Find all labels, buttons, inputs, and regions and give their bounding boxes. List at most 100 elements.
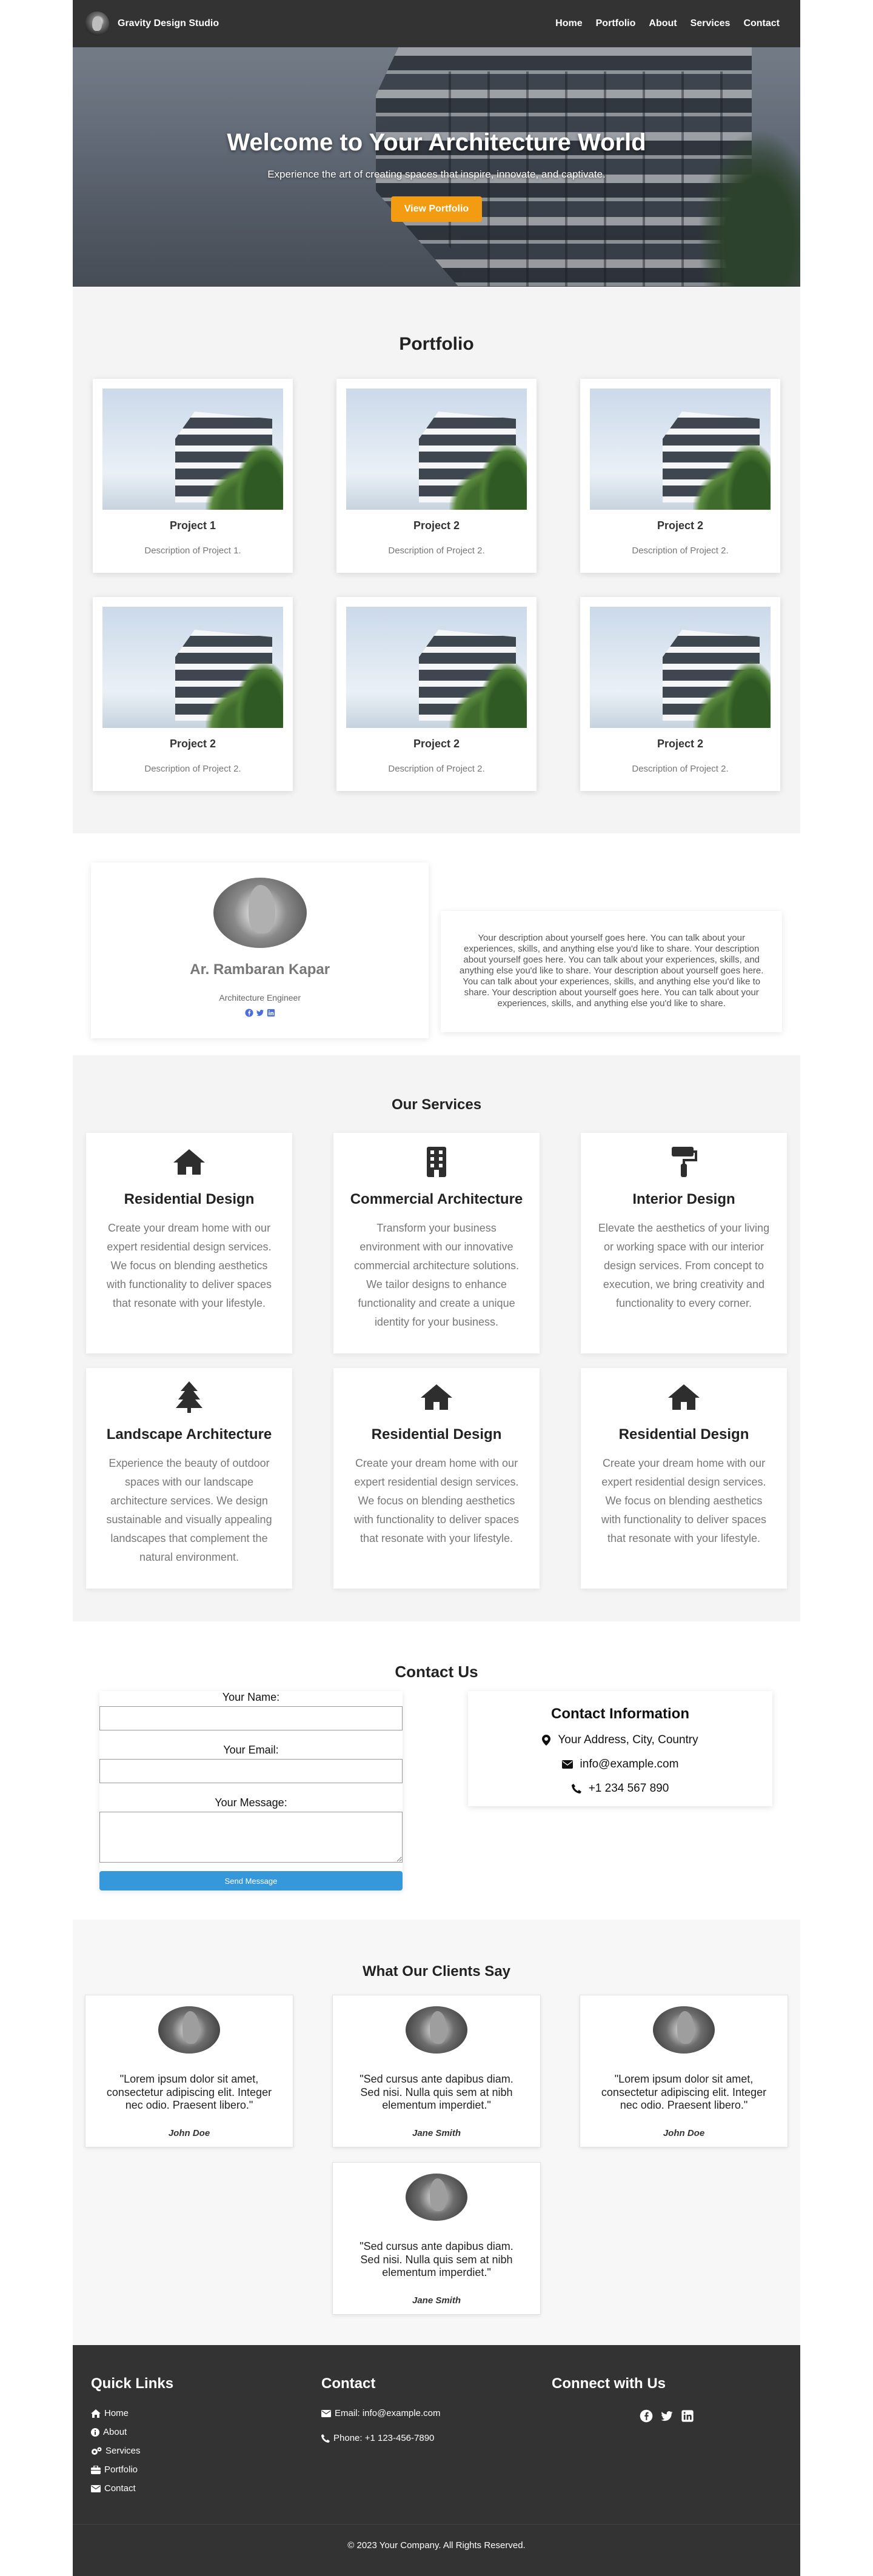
phone-line: +1 234 567 890 (468, 1782, 772, 1795)
footer-contact-title: Contact (321, 2375, 376, 2392)
service-description: Elevate the aesthetics of your living or… (598, 1222, 770, 1309)
service-title: Commercial Architecture (350, 1191, 523, 1207)
quick-links-column: Quick Links Home About Services Portfoli… (91, 2375, 321, 2502)
nav-link-home[interactable]: Home (555, 18, 582, 29)
footer: Quick Links Home About Services Portfoli… (73, 2345, 800, 2576)
portfolio-card[interactable]: Project 2 Description of Project 2. (580, 597, 780, 791)
home-icon (421, 1384, 452, 1410)
footer-bottom: © 2023 Your Company. All Rights Reserved… (73, 2524, 800, 2576)
nav-link-contact[interactable]: Contact (743, 18, 780, 29)
project-title: Project 2 (413, 738, 460, 750)
name-label: Your Name: (222, 1691, 280, 1703)
footer-link-about[interactable]: About (91, 2427, 321, 2437)
linkedin-icon[interactable] (267, 1009, 275, 1017)
service-description: Create your dream home with our expert r… (106, 1222, 272, 1309)
email-text: info@example.com (580, 1758, 679, 1770)
testimonials-title: What Our Clients Say (362, 1963, 511, 1980)
testimonial-card: "Lorem ipsum dolor sit amet, consectetur… (85, 1995, 293, 2147)
envelope-icon (91, 2484, 101, 2492)
footer-link-home[interactable]: Home (91, 2408, 321, 2418)
footer-link-contact[interactable]: Contact (91, 2483, 321, 2494)
project-description: Description of Project 2. (632, 764, 729, 774)
portfolio-grid: Project 1 Description of Project 1. Proj… (73, 379, 800, 791)
service-title: Landscape Architecture (106, 1426, 272, 1443)
info-icon (91, 2428, 99, 2437)
connect-column: Connect with Us (552, 2375, 782, 2502)
facebook-icon[interactable] (245, 1009, 253, 1017)
service-card: Residential Design Create your dream hom… (581, 1368, 787, 1589)
service-card: Commercial Architecture Transform your b… (333, 1133, 540, 1353)
portfolio-card[interactable]: Project 2 Description of Project 2. (336, 597, 537, 791)
portfolio-card[interactable]: Project 2 Description of Project 2. (580, 379, 780, 573)
footer-link-label: Portfolio (104, 2464, 138, 2475)
project-description: Description of Project 2. (144, 764, 241, 774)
map-marker-icon (542, 1735, 551, 1746)
testimonial-quote: "Lorem ipsum dolor sit amet, consectetur… (106, 2073, 272, 2112)
contact-info-title: Contact Information (551, 1706, 689, 1722)
phone-icon (321, 2434, 330, 2443)
name-input[interactable] (99, 1706, 403, 1730)
profile-name: Ar. Rambaran Kapar (190, 961, 330, 978)
email-input[interactable] (99, 1759, 403, 1783)
testimonial-card: "Lorem ipsum dolor sit amet, consectetur… (580, 1995, 788, 2147)
connect-title: Connect with Us (552, 2375, 666, 2392)
project-image (102, 607, 283, 728)
footer-link-portfolio[interactable]: Portfolio (91, 2464, 321, 2475)
hero-content: Welcome to Your Architecture World Exper… (73, 47, 800, 222)
testimonial-quote: "Lorem ipsum dolor sit amet, consectetur… (601, 2073, 767, 2112)
footer-link-services[interactable]: Services (91, 2446, 321, 2456)
project-description: Description of Project 2. (632, 546, 729, 556)
message-textarea[interactable] (99, 1812, 403, 1863)
service-card: Interior Design Elevate the aesthetics o… (581, 1133, 787, 1353)
nav-link-services[interactable]: Services (691, 18, 731, 29)
testimonial-author: Jane Smith (412, 2127, 461, 2138)
project-title: Project 2 (657, 519, 704, 532)
profile-description: Your description about yourself goes her… (441, 911, 782, 1032)
portfolio-card[interactable]: Project 2 Description of Project 2. (93, 597, 293, 791)
testimonial-author: John Doe (663, 2127, 705, 2138)
testimonial-author: Jane Smith (412, 2295, 461, 2306)
service-title: Residential Design (618, 1426, 749, 1443)
project-image (102, 389, 283, 510)
footer-link-label: Services (105, 2446, 141, 2456)
service-description: Create your dream home with our expert r… (601, 1457, 767, 1544)
project-description: Description of Project 1. (144, 546, 241, 556)
client-avatar (653, 2006, 715, 2054)
portfolio-card[interactable]: Project 1 Description of Project 1. (93, 379, 293, 573)
testimonial-author: John Doe (168, 2127, 210, 2138)
client-avatar (406, 2006, 467, 2054)
project-image (590, 389, 771, 510)
phone-text: +1 234 567 890 (588, 1782, 669, 1795)
hero: Welcome to Your Architecture World Exper… (73, 47, 800, 287)
send-message-button[interactable]: Send Message (99, 1871, 403, 1890)
brand[interactable]: Gravity Design Studio (85, 12, 219, 36)
nav-link-portfolio[interactable]: Portfolio (596, 18, 636, 29)
email-line: info@example.com (468, 1758, 772, 1771)
testimonial-quote: "Sed cursus ante dapibus diam. Sed nisi.… (360, 2240, 513, 2279)
facebook-icon[interactable] (640, 2409, 653, 2423)
service-title: Residential Design (371, 1426, 502, 1443)
home-icon (668, 1384, 700, 1410)
phone-icon (571, 1784, 581, 1794)
twitter-icon[interactable] (256, 1009, 264, 1017)
testimonial-card: "Sed cursus ante dapibus diam. Sed nisi.… (332, 1995, 541, 2147)
building-icon (427, 1147, 446, 1177)
service-description: Create your dream home with our expert r… (353, 1457, 520, 1544)
tree-icon (176, 1381, 202, 1413)
service-description: Transform your business environment with… (353, 1222, 520, 1328)
hero-title: Welcome to Your Architecture World (227, 129, 646, 156)
twitter-icon[interactable] (660, 2409, 674, 2423)
nav-link-about[interactable]: About (649, 18, 677, 29)
profile-avatar (213, 878, 307, 948)
profile-card: Ar. Rambaran Kapar Architecture Engineer (91, 863, 429, 1038)
home-icon (91, 2409, 101, 2418)
nav-links: Home Portfolio About Services Contact (555, 18, 780, 29)
linkedin-icon[interactable] (681, 2409, 694, 2423)
project-image (590, 607, 771, 728)
view-portfolio-button[interactable]: View Portfolio (390, 196, 483, 222)
portfolio-card[interactable]: Project 2 Description of Project 2. (336, 379, 537, 573)
about-section: Ar. Rambaran Kapar Architecture Engineer… (73, 833, 800, 1055)
footer-phone: Phone: +1 123-456-7890 (321, 2433, 552, 2443)
briefcase-icon (91, 2465, 101, 2474)
email-label: Your Email: (223, 1744, 279, 1756)
